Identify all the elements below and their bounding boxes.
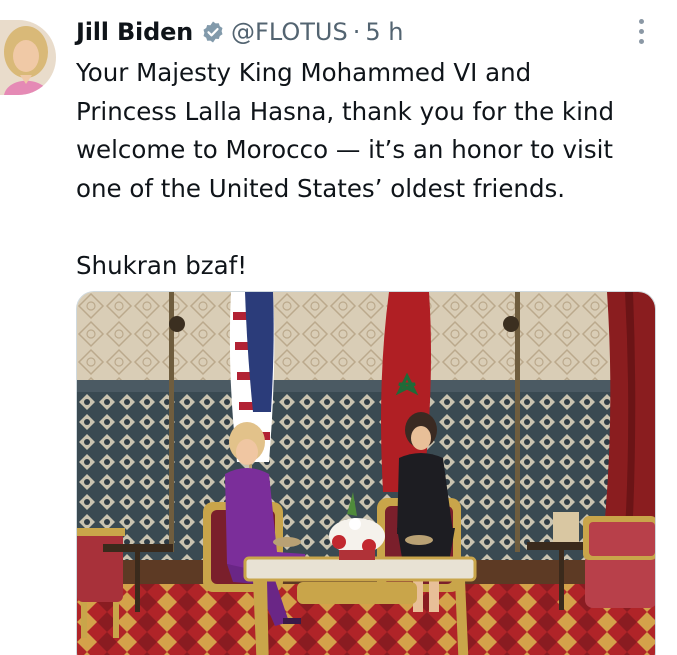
tweet-text-line: one of the United States’ oldest friends… (76, 173, 566, 203)
more-options-button[interactable] (628, 16, 654, 46)
tweet-closing-line: Shukran bzaf! (76, 250, 248, 280)
tweet-photo[interactable] (76, 291, 656, 655)
tweet-text: Your Majesty King Mohammed VI and Prince… (76, 54, 666, 285)
verified-badge-icon (201, 20, 225, 44)
author-handle[interactable]: @FLOTUS (231, 18, 348, 46)
avatar[interactable] (0, 20, 56, 95)
separator-dot: · (352, 18, 361, 46)
tweet-text-line: welcome to Morocco — it’s an honor to vi… (76, 135, 613, 164)
tweet-text-line: Princess Lalla Hasna, thank you for the … (76, 96, 615, 126)
author-name[interactable]: Jill Biden (76, 18, 193, 46)
tweet-header: Jill Biden @FLOTUS · 5 h (76, 16, 403, 48)
timestamp[interactable]: 5 h (365, 18, 403, 46)
vertical-ellipsis-icon (638, 18, 644, 24)
tweet[interactable]: Jill Biden @FLOTUS · 5 h Your Majesty Ki… (0, 0, 677, 655)
tweet-text-line: Your Majesty King Mohammed VI and (76, 58, 532, 87)
